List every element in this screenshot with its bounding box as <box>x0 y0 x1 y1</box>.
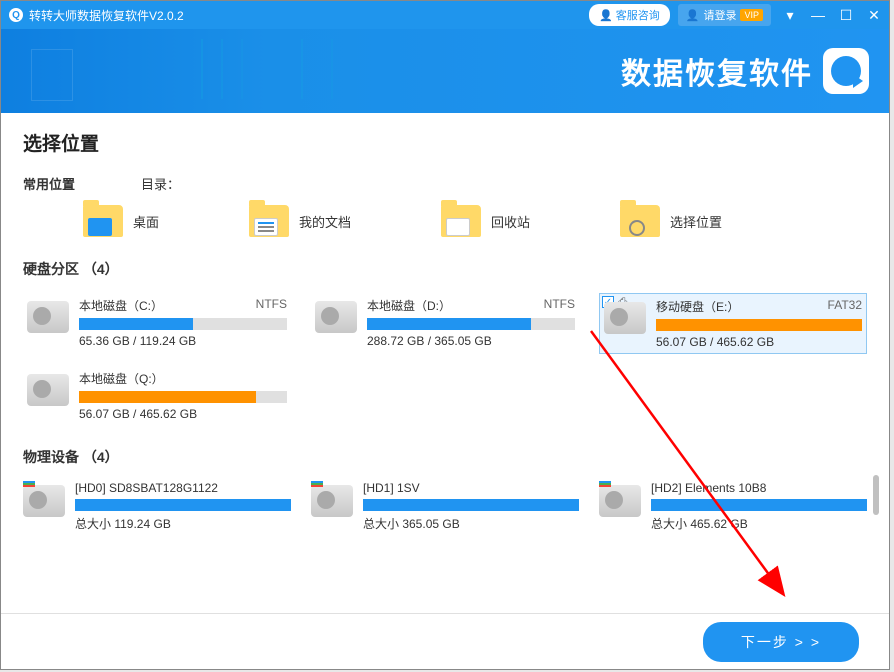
next-button[interactable]: 下一步 > > <box>703 622 859 662</box>
disk-icon <box>311 485 353 517</box>
folder-icon <box>441 205 481 237</box>
banner-title: 数据恢复软件 <box>621 49 813 93</box>
partition-size: 56.07 GB / 465.62 GB <box>656 335 862 349</box>
partition-size: 56.07 GB / 465.62 GB <box>79 407 287 421</box>
app-window: Q 转转大师数据恢复软件V2.0.2 👤 客服咨询 👤 请登录 VIP ▾ — … <box>0 0 890 670</box>
customer-service-button[interactable]: 👤 客服咨询 <box>589 4 670 26</box>
location-recycle-bin[interactable]: 回收站 <box>441 205 530 237</box>
login-label: 请登录 <box>703 7 736 23</box>
partition-name: 移动硬盘（E:） <box>656 298 739 315</box>
user-icon: 👤 <box>686 9 700 22</box>
device-name: [HD0] SD8SBAT128G1122 <box>75 481 218 495</box>
disk-icon <box>315 301 357 333</box>
partition-fs: FAT32 <box>828 298 862 315</box>
page-title: 选择位置 <box>23 129 867 156</box>
directory-label: 目录： <box>141 174 180 193</box>
footer: 下一步 > > <box>1 613 889 669</box>
service-label: 客服咨询 <box>616 7 660 23</box>
usage-bar <box>79 318 287 330</box>
content-area: 选择位置 常用位置 目录： 桌面 我的文档 回收站 选择位置 硬盘分区 （ <box>1 113 889 532</box>
device-name: [HD2] Elements 10B8 <box>651 481 766 495</box>
location-label: 我的文档 <box>299 212 351 231</box>
app-title: 转转大师数据恢复软件V2.0.2 <box>29 7 589 24</box>
partition-fs: NTFS <box>544 297 575 314</box>
location-desktop[interactable]: 桌面 <box>83 205 159 237</box>
folder-icon <box>620 205 660 237</box>
partition-c[interactable]: 本地磁盘（C:） NTFS 65.36 GB / 119.24 GB <box>23 293 291 354</box>
disk-partition-header: 硬盘分区 （4） <box>23 259 867 279</box>
physical-hd2[interactable]: [HD2] Elements 10B8 总大小 465.62 GB <box>599 481 867 532</box>
banner-logo-icon <box>823 48 869 94</box>
partition-d[interactable]: 本地磁盘（D:） NTFS 288.72 GB / 365.05 GB <box>311 293 579 354</box>
partition-size: 65.36 GB / 119.24 GB <box>79 334 287 348</box>
common-locations-label: 常用位置 <box>23 174 123 193</box>
partition-list: 本地磁盘（C:） NTFS 65.36 GB / 119.24 GB 本地磁盘（… <box>23 293 867 425</box>
service-icon: 👤 <box>599 9 613 22</box>
disk-icon <box>604 302 646 334</box>
location-label: 桌面 <box>133 212 159 231</box>
partition-q[interactable]: 本地磁盘（Q:） 56.07 GB / 465.62 GB <box>23 366 291 425</box>
usage-bar <box>651 499 867 511</box>
location-documents[interactable]: 我的文档 <box>249 205 351 237</box>
app-logo-icon: Q <box>9 8 23 22</box>
physical-device-list: [HD0] SD8SBAT128G1122 总大小 119.24 GB [HD1… <box>23 481 867 532</box>
disk-icon <box>27 374 69 406</box>
physical-hd0[interactable]: [HD0] SD8SBAT128G1122 总大小 119.24 GB <box>23 481 291 532</box>
banner-decoration <box>1 29 445 113</box>
disk-icon <box>27 301 69 333</box>
device-size: 总大小 465.62 GB <box>651 515 867 532</box>
close-icon[interactable]: ✕ <box>867 7 881 24</box>
common-locations-list: 桌面 我的文档 回收站 选择位置 <box>83 205 867 237</box>
partition-size: 288.72 GB / 365.05 GB <box>367 334 575 348</box>
usage-bar <box>367 318 575 330</box>
physical-hd1[interactable]: [HD1] 1SV 总大小 365.05 GB <box>311 481 579 532</box>
maximize-icon[interactable]: ☐ <box>839 7 853 24</box>
window-controls: ▾ — ☐ ✕ <box>783 7 881 24</box>
titlebar: Q 转转大师数据恢复软件V2.0.2 👤 客服咨询 👤 请登录 VIP ▾ — … <box>1 1 889 29</box>
location-label: 回收站 <box>491 212 530 231</box>
partition-name: 本地磁盘（D:） <box>367 297 451 314</box>
usage-bar <box>79 391 287 403</box>
menu-icon[interactable]: ▾ <box>783 7 797 24</box>
location-label: 选择位置 <box>670 212 722 231</box>
disk-icon <box>23 485 65 517</box>
folder-icon <box>249 205 289 237</box>
folder-icon <box>83 205 123 237</box>
vip-badge: VIP <box>740 9 763 21</box>
physical-device-header: 物理设备 （4） <box>23 447 867 467</box>
device-name: [HD1] 1SV <box>363 481 420 495</box>
location-browse[interactable]: 选择位置 <box>620 205 722 237</box>
partition-name: 本地磁盘（Q:） <box>79 370 164 387</box>
partition-fs: NTFS <box>256 297 287 314</box>
disk-icon <box>599 485 641 517</box>
scrollbar[interactable] <box>873 475 879 515</box>
partition-e[interactable]: ✓ ⎙ 移动硬盘（E:） FAT32 56.07 GB / 465.62 GB <box>599 293 867 354</box>
usage-bar <box>75 499 291 511</box>
minimize-icon[interactable]: — <box>811 7 825 24</box>
partition-name: 本地磁盘（C:） <box>79 297 163 314</box>
device-size: 总大小 365.05 GB <box>363 515 579 532</box>
usage-bar <box>363 499 579 511</box>
login-button[interactable]: 👤 请登录 VIP <box>678 4 771 26</box>
device-size: 总大小 119.24 GB <box>75 515 291 532</box>
usage-bar <box>656 319 862 331</box>
banner: 数据恢复软件 <box>1 29 889 113</box>
